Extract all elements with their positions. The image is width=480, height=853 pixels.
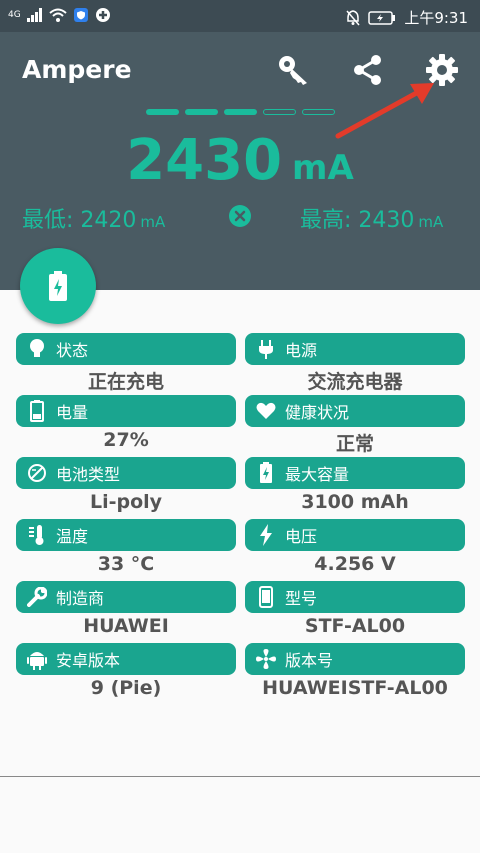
status-time: 上午9:31 xyxy=(404,9,468,27)
info-card-power-source: 电源 交流充电器 xyxy=(245,333,465,394)
key-icon xyxy=(279,56,307,85)
min-unit: mA xyxy=(140,213,166,231)
info-card-temperature: 温度 33 °C xyxy=(16,519,236,575)
card-value: 交流充电器 xyxy=(307,371,403,393)
card-label: 健康状况 xyxy=(285,403,350,422)
card-label-bar: 温度 xyxy=(16,519,236,551)
info-card-status: 状态 正在充电 xyxy=(16,333,236,394)
level-dash xyxy=(302,109,335,115)
battery-status-icon xyxy=(368,10,396,25)
battery-charging-icon xyxy=(49,271,67,301)
card-value: Li-poly xyxy=(89,491,163,513)
level-indicator xyxy=(146,109,335,115)
card-value: 9 (Pie) xyxy=(90,677,162,699)
card-value: HUAWEISTF-AL00 xyxy=(262,677,448,699)
heart-icon xyxy=(255,400,277,422)
lightbulb-icon xyxy=(26,338,48,360)
battery-fab-button[interactable] xyxy=(20,248,96,324)
battery-icon xyxy=(26,400,48,422)
card-value: 3100 mAh xyxy=(301,491,409,513)
card-value: 33 °C xyxy=(97,553,155,575)
battery-charging-icon xyxy=(255,462,277,484)
close-icon xyxy=(234,210,246,222)
info-card-max-capacity: 最大容量 3100 mAh xyxy=(245,457,465,513)
shield-icon xyxy=(73,8,88,22)
level-dash xyxy=(146,109,179,115)
card-value: 4.256 V xyxy=(314,553,396,575)
card-label-bar: 安卓版本 xyxy=(16,643,236,675)
info-card-health: 健康状况 正常 xyxy=(245,395,465,456)
max-unit: mA xyxy=(418,213,444,231)
card-label: 制造商 xyxy=(56,589,105,608)
mute-bell-icon xyxy=(346,9,360,25)
card-label-bar: 制造商 xyxy=(16,581,236,613)
info-card-android-version: 安卓版本 9 (Pie) xyxy=(16,643,236,699)
card-label: 安卓版本 xyxy=(56,651,121,670)
card-label-bar: 版本号 xyxy=(245,643,465,675)
card-label: 温度 xyxy=(56,527,89,546)
phone-icon xyxy=(255,586,277,608)
info-card-manufacturer: 制造商 HUAWEI xyxy=(16,581,236,637)
card-value: 正常 xyxy=(335,433,374,455)
level-dash xyxy=(185,109,218,115)
card-value: 正在充电 xyxy=(87,371,164,393)
card-label-bar: 状态 xyxy=(16,333,236,365)
card-label-bar: 电压 xyxy=(245,519,465,551)
card-value: 27% xyxy=(103,429,149,451)
lightning-icon xyxy=(255,524,277,546)
bottom-area xyxy=(0,777,480,853)
info-card-model: 型号 STF-AL00 xyxy=(245,581,465,637)
reset-button[interactable] xyxy=(229,205,251,227)
level-dash xyxy=(224,109,257,115)
network-type: 4G xyxy=(8,10,21,20)
current-reading: 2430 mA xyxy=(0,128,480,193)
signal-icon xyxy=(26,8,42,22)
power-plug-icon xyxy=(255,338,277,360)
card-label-bar: 健康状况 xyxy=(245,395,465,427)
card-label-bar: 型号 xyxy=(245,581,465,613)
card-label: 电压 xyxy=(285,527,318,546)
card-label: 版本号 xyxy=(285,651,334,670)
card-label: 电量 xyxy=(56,403,89,422)
card-label: 电源 xyxy=(285,341,318,360)
key-button[interactable] xyxy=(274,50,314,90)
info-card-level: 电量 27% xyxy=(16,395,236,451)
card-label: 电池类型 xyxy=(56,465,121,484)
health-icon xyxy=(95,8,110,22)
card-value: STF-AL00 xyxy=(304,615,406,637)
thermometer-icon xyxy=(26,524,48,546)
card-label-bar: 电源 xyxy=(245,333,465,365)
current-value: 2430 xyxy=(126,128,283,193)
max-label: 最高: 2430 xyxy=(300,208,415,233)
wifi-icon xyxy=(49,8,67,22)
status-bar: 4G 上午9:31 xyxy=(0,0,480,32)
fan-icon xyxy=(255,648,277,670)
card-label: 最大容量 xyxy=(285,465,350,484)
battery-type-icon xyxy=(26,462,48,484)
wrench-icon xyxy=(26,586,48,608)
card-label-bar: 最大容量 xyxy=(245,457,465,489)
info-card-battery-type: 电池类型 Li-poly xyxy=(16,457,236,513)
android-icon xyxy=(26,648,48,670)
card-label: 型号 xyxy=(285,589,318,608)
card-label-bar: 电量 xyxy=(16,395,236,427)
info-card-voltage: 电压 4.256 V xyxy=(245,519,465,575)
app-title: Ampere xyxy=(22,55,132,84)
current-unit: mA xyxy=(292,148,354,188)
info-card-build-number: 版本号 HUAWEISTF-AL00 xyxy=(245,643,465,699)
max-reading: 最高: 2430 mA xyxy=(300,202,443,234)
min-reading: 最低: 2420 mA xyxy=(22,202,165,234)
card-label-bar: 电池类型 xyxy=(16,457,236,489)
card-label: 状态 xyxy=(56,341,89,360)
min-label: 最低: 2420 xyxy=(22,208,137,233)
card-value: HUAWEI xyxy=(83,615,169,637)
level-dash xyxy=(263,109,296,115)
